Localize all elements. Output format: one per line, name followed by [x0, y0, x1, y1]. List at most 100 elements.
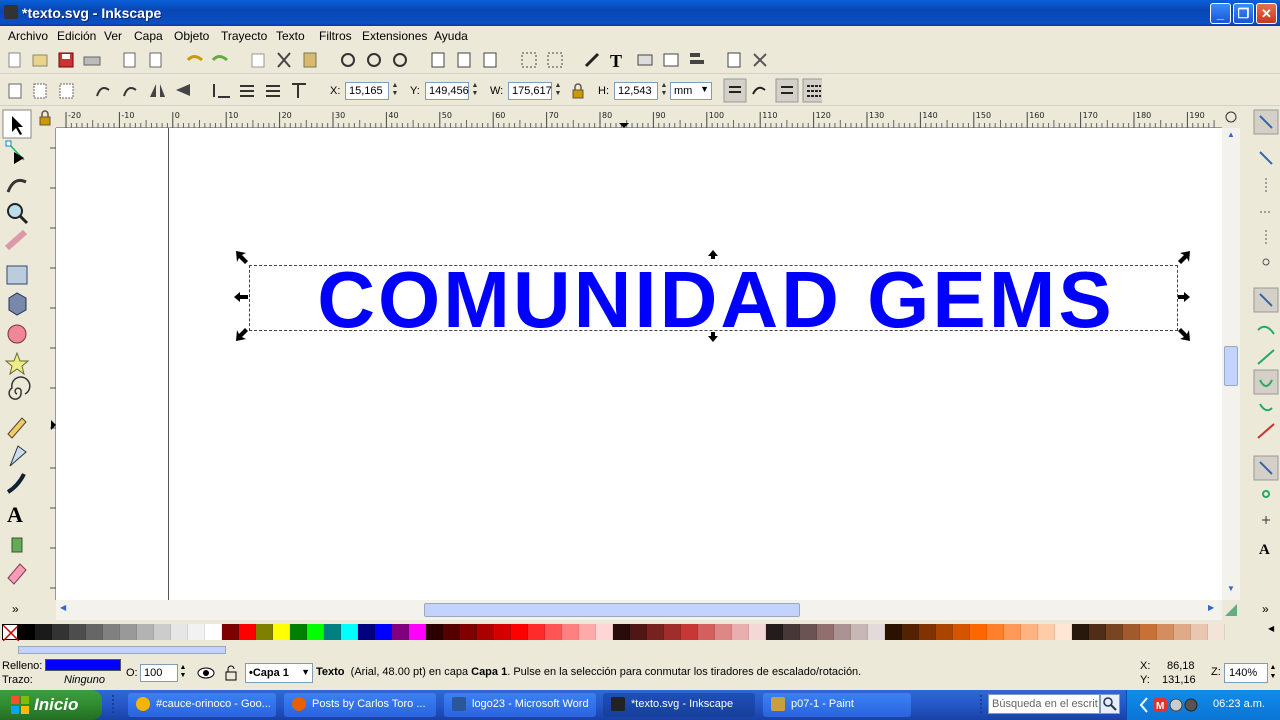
palette-swatch[interactable] [1004, 624, 1021, 640]
palette-swatch[interactable] [800, 624, 817, 640]
snap-centers-icon[interactable] [1262, 490, 1270, 498]
menu-ayuda[interactable]: Ayuda [434, 29, 468, 43]
horizontal-scroll-thumb[interactable] [424, 603, 800, 617]
taskbar-item-firefox[interactable]: Posts by Carlos Toro ... [284, 693, 436, 717]
minimize-button[interactable]: _ [1210, 3, 1231, 24]
palette-swatch[interactable] [1089, 624, 1106, 640]
snap-bbox-centers-icon[interactable] [1262, 258, 1270, 266]
palette-swatch[interactable] [52, 624, 69, 640]
palette-swatch[interactable] [596, 624, 613, 640]
fill-stroke-icon[interactable] [584, 52, 600, 68]
snap-nodes-icon[interactable] [1253, 287, 1279, 313]
menu-edicion[interactable]: Edición [57, 29, 96, 43]
palette-swatch[interactable] [732, 624, 749, 640]
export-icon[interactable] [149, 52, 162, 68]
redo-icon[interactable] [211, 55, 228, 62]
layers-icon[interactable] [637, 54, 653, 66]
x-spinner-arrows[interactable]: ▲ ▼ [390, 82, 400, 100]
opacity-field[interactable]: 100 [140, 664, 178, 682]
import-icon[interactable] [123, 52, 136, 68]
h-field[interactable]: 12,543 [614, 82, 658, 100]
palette-swatch[interactable] [953, 624, 970, 640]
palette-swatch[interactable] [188, 624, 205, 640]
xml-editor-icon[interactable] [663, 53, 679, 67]
scale-corners-icon[interactable] [752, 86, 766, 95]
palette-scrollbar[interactable] [0, 644, 1280, 656]
palette-swatch[interactable] [715, 624, 732, 640]
save-icon[interactable] [58, 52, 74, 68]
palette-swatch[interactable] [783, 624, 800, 640]
palette-swatch[interactable] [477, 624, 494, 640]
palette-swatch[interactable] [1123, 624, 1140, 640]
palette-swatch[interactable] [1140, 624, 1157, 640]
comunidad-gems-text[interactable]: COMUNIDAD GEMS [246, 255, 1186, 344]
scale-stroke-icon[interactable] [723, 78, 747, 103]
palette-swatch[interactable] [970, 624, 987, 640]
palette-swatch[interactable] [1208, 624, 1225, 640]
taskbar-item-paint[interactable]: p07-1 - Paint [763, 693, 911, 717]
zoom-corner-icon[interactable] [1225, 111, 1237, 123]
zoom-selection-icon[interactable] [341, 53, 355, 67]
palette-swatch[interactable] [766, 624, 783, 640]
menu-trayecto[interactable]: Trayecto [221, 29, 267, 43]
zoom-drawing-icon[interactable] [367, 53, 381, 67]
palette-swatch[interactable] [851, 624, 868, 640]
horizontal-scrollbar[interactable]: ◀ ▶ [56, 600, 1222, 620]
measure-tool-icon[interactable] [5, 229, 27, 251]
document-properties-icon[interactable] [727, 52, 741, 68]
palette-swatch[interactable] [324, 624, 341, 640]
palette-swatch[interactable] [902, 624, 919, 640]
lower-icon[interactable] [240, 85, 254, 97]
palette-swatch[interactable] [1106, 624, 1123, 640]
print-icon[interactable] [83, 56, 101, 66]
move-gradients-icon[interactable] [775, 78, 799, 103]
menu-texto[interactable]: Texto [276, 29, 305, 43]
palette-swatch[interactable] [256, 624, 273, 640]
palette-swatch[interactable] [1072, 624, 1089, 640]
palette-swatch[interactable] [630, 624, 647, 640]
zoom-field[interactable]: 140% [1224, 663, 1268, 683]
unlink-clone-icon[interactable] [483, 52, 497, 68]
gmail-icon[interactable]: M [1153, 698, 1167, 712]
palette-swatch[interactable] [834, 624, 851, 640]
snap-enable-icon[interactable] [1253, 109, 1279, 135]
new-document-icon[interactable] [8, 52, 21, 68]
w-spinner-arrows[interactable]: ▲ ▼ [553, 82, 563, 100]
palette-swatch[interactable] [511, 624, 528, 640]
palette-swatch[interactable] [443, 624, 460, 640]
align-distribute-icon[interactable] [690, 53, 704, 64]
vertical-scrollbar[interactable]: ▲ ▼ [1222, 128, 1240, 600]
palette-swatch[interactable] [562, 624, 579, 640]
x-field[interactable]: 15,165 [345, 82, 389, 100]
network-icon[interactable] [1169, 698, 1183, 712]
palette-swatch[interactable] [885, 624, 902, 640]
palette-scroll-thumb[interactable] [18, 646, 226, 654]
toggle-layer-lock-icon[interactable] [223, 663, 239, 683]
palette-swatch[interactable] [1021, 624, 1038, 640]
calligraphy-tool-icon[interactable] [6, 473, 26, 494]
taskbar-item-word[interactable]: logo23 - Microsoft Word [444, 693, 596, 717]
palette-swatch[interactable] [154, 624, 171, 640]
search-button[interactable] [1100, 694, 1120, 714]
menu-extensiones[interactable]: Extensiones [362, 29, 427, 43]
menu-ver[interactable]: Ver [104, 29, 122, 43]
spiral-tool-icon[interactable] [8, 376, 31, 400]
fill-indicator[interactable] [45, 659, 121, 671]
palette-swatch[interactable] [69, 624, 86, 640]
palette-menu-icon[interactable]: ◀ [1268, 624, 1274, 633]
snap-smooth-nodes-icon[interactable] [1259, 403, 1273, 412]
current-layer-select[interactable]: •Capa 1 ▼ [245, 663, 313, 683]
tray-arrow-icon[interactable] [1139, 697, 1148, 713]
palette-swatch[interactable] [307, 624, 324, 640]
snap-others-icon[interactable] [1253, 455, 1279, 481]
palette-swatch[interactable] [86, 624, 103, 640]
palette-swatch[interactable] [1038, 624, 1055, 640]
palette-swatch[interactable] [868, 624, 885, 640]
undo-icon[interactable] [186, 55, 203, 62]
scroll-down-icon[interactable]: ▼ [1224, 584, 1238, 598]
deselect-icon[interactable] [59, 83, 74, 99]
palette-swatch[interactable] [1157, 624, 1174, 640]
palette-swatch[interactable] [103, 624, 120, 640]
rectangle-tool-icon[interactable] [6, 265, 28, 285]
eraser-tool-icon[interactable] [7, 563, 27, 585]
